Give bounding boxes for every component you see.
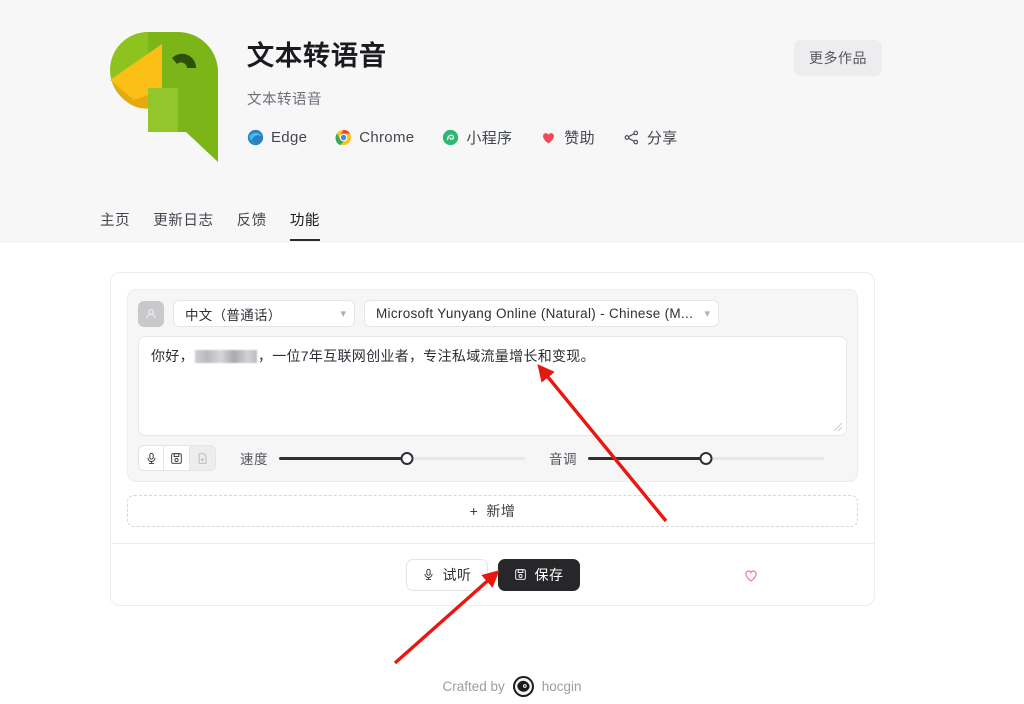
text-input-area[interactable]: 你好， ，一位7年互联网创业者，专注私域流量增长和变现。 [138,336,847,436]
add-entry-label: 新增 [486,503,516,519]
parrot-logo-icon [110,32,218,162]
header-inner: 文本转语音 文本转语音 Edge Chrome 小程序 赞助 分享 [0,0,1024,162]
link-edge-label: Edge [271,129,308,147]
entry-icon-buttons [138,445,216,471]
microphone-button[interactable] [138,445,164,471]
title-block: 文本转语音 文本转语音 Edge Chrome 小程序 赞助 分享 [247,22,678,148]
crafted-by-label: Crafted by [442,679,505,694]
voice-entry-toolbar: 速度 音调 [138,445,847,471]
microphone-icon [424,568,432,580]
plus-icon: + [469,503,479,519]
voice-select[interactable]: Microsoft Yunyang Online (Natural) - Chi… [364,300,719,327]
text-input-before: 你好， [151,348,194,364]
heart-icon [540,129,557,146]
voice-select-value: Microsoft Yunyang Online (Natural) - Chi… [376,306,694,321]
page-subtitle: 文本转语音 [247,92,322,109]
speed-slider-thumb[interactable] [400,451,414,465]
add-entry-row: + 新增 [127,482,858,543]
crafted-by-footer: Crafted by hocgin [0,676,1024,697]
link-share[interactable]: 分享 [623,127,678,148]
chevron-down-icon: ▾ [704,308,710,320]
pitch-slider-thumb[interactable] [699,451,713,465]
preview-button-label: 试听 [442,566,472,583]
save-button[interactable]: 保存 [497,558,580,591]
microphone-icon [147,452,155,464]
link-chrome-label: Chrome [359,129,415,147]
favorite-heart-icon[interactable] [742,566,760,584]
pitch-slider-group: 音调 [549,448,824,468]
parrot-logo [100,22,225,162]
link-miniprogram[interactable]: 小程序 [442,127,512,148]
page-title: 文本转语音 [247,41,387,71]
author-logo-icon [512,676,534,697]
external-links: Edge Chrome 小程序 赞助 分享 [247,127,678,148]
speed-slider-group: 速度 [240,448,525,468]
tab-feedback[interactable]: 反馈 [237,209,267,241]
edge-icon [247,129,264,146]
speed-slider[interactable] [279,451,525,465]
share-icon [623,129,640,146]
author-name: hocgin [541,679,582,694]
pitch-slider[interactable] [588,451,824,465]
pitch-label: 音调 [549,452,577,467]
link-chrome[interactable]: Chrome [335,129,414,146]
chrome-icon [335,129,352,146]
link-sponsor[interactable]: 赞助 [540,127,595,148]
speed-slider-fill [279,456,407,460]
language-select-value: 中文（普通话） [185,307,282,323]
voice-entry-header: 中文（普通话） ▾ Microsoft Yunyang Online (Natu… [138,300,847,327]
link-miniprogram-label: 小程序 [466,130,513,148]
save-button-label: 保存 [534,566,564,583]
chevron-down-icon: ▾ [340,308,346,320]
tts-card: 中文（普通话） ▾ Microsoft Yunyang Online (Natu… [110,272,875,606]
link-share-label: 分享 [646,130,678,148]
person-icon [146,308,156,318]
redacted-text [194,350,257,363]
save-floppy-icon [514,569,526,580]
save-entry-button[interactable] [164,445,190,471]
textarea-resize-handle[interactable] [833,422,843,432]
link-edge[interactable]: Edge [247,129,307,146]
text-input-after: ，一位7年互联网创业者，专注私域流量增长和变现。 [257,348,595,364]
speaker-avatar-button[interactable] [138,300,164,327]
speed-label: 速度 [240,452,268,467]
tab-home[interactable]: 主页 [100,209,130,241]
link-sponsor-label: 赞助 [564,130,595,148]
page-header: 文本转语音 文本转语音 Edge Chrome 小程序 赞助 分享 更多作品 主… [0,0,1024,242]
pitch-slider-fill [588,456,706,460]
save-floppy-icon [171,452,182,464]
card-action-bar: 试听 保存 [111,543,874,605]
tts-card-body: 中文（普通话） ▾ Microsoft Yunyang Online (Natu… [111,273,874,543]
tab-changelog[interactable]: 更新日志 [153,209,213,241]
add-file-button[interactable] [190,445,216,471]
preview-button[interactable]: 试听 [405,558,488,591]
nav-tabs: 主页 更新日志 反馈 功能 [100,209,321,241]
miniprogram-icon [442,129,459,146]
tab-features[interactable]: 功能 [289,209,321,241]
more-works-button[interactable]: 更多作品 [794,40,882,76]
voice-entry-panel: 中文（普通话） ▾ Microsoft Yunyang Online (Natu… [127,289,858,482]
add-file-icon [198,452,207,464]
language-select[interactable]: 中文（普通话） ▾ [173,300,355,327]
add-entry-button[interactable]: + 新增 [127,495,858,527]
